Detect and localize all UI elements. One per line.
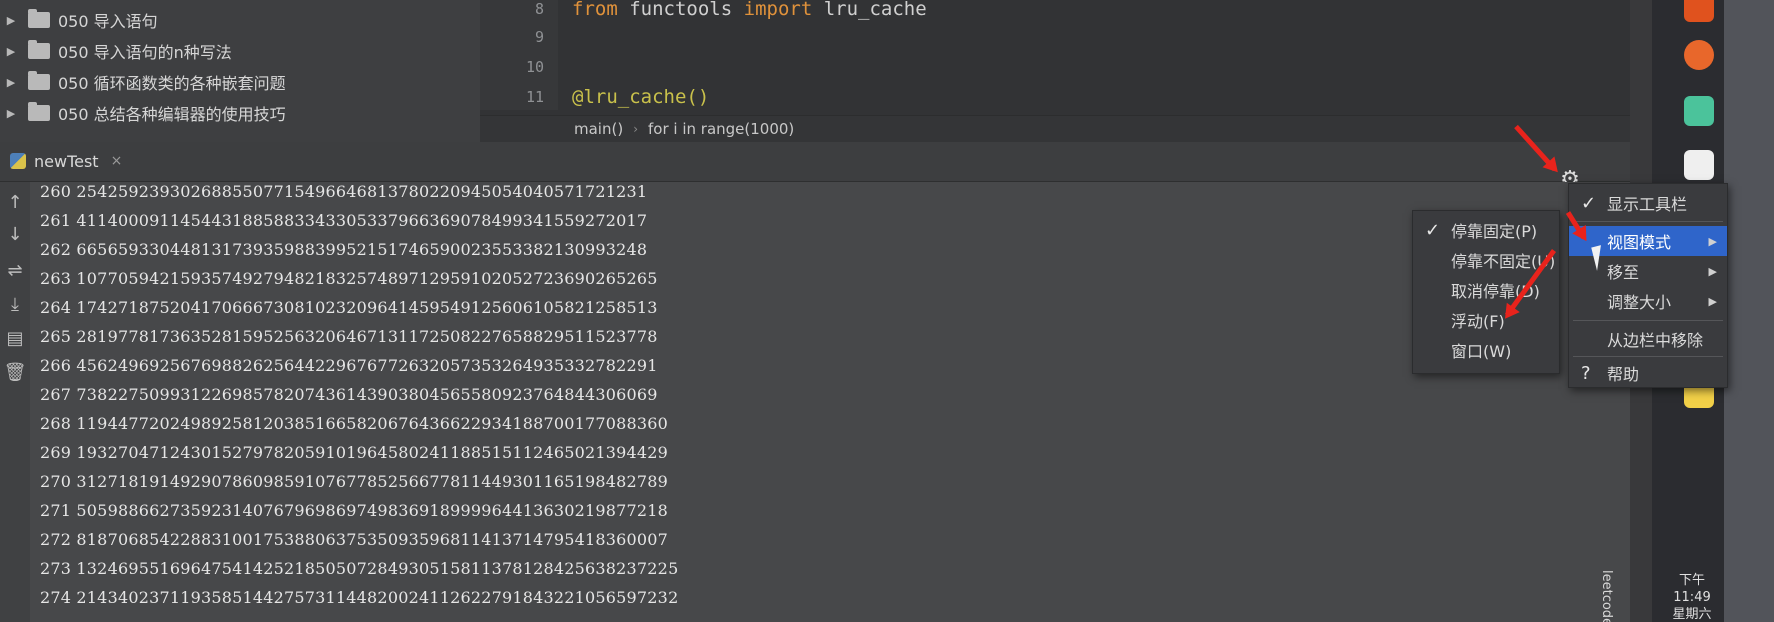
check-icon: ✓ xyxy=(1581,192,1597,214)
output-line: 261 411400091145443188588334330533796636… xyxy=(40,211,648,230)
output-line: 268 119447720249892581203851665820676436… xyxy=(40,414,669,433)
output-line: 274 214340237119358514427573114482002411… xyxy=(40,588,679,607)
output-line: 267 738227509931226985782074361439038045… xyxy=(40,385,658,404)
desktop-edge xyxy=(1724,0,1774,622)
output-line: 271 505988662735923140767969869749836918… xyxy=(40,501,669,520)
output-line: 266 456249692567698826256442296767726320… xyxy=(40,356,658,375)
menu-item-window[interactable]: 窗口(W) xyxy=(1413,335,1559,365)
check-icon: ✓ xyxy=(1425,219,1441,241)
view-mode-submenu: ✓ 停靠固定(P) 停靠不固定(U) 取消停靠(D) 浮动(F) 窗口(W) xyxy=(1412,210,1560,374)
line-number: 10 xyxy=(525,58,544,76)
folder-icon xyxy=(28,9,50,28)
menu-item-move-to[interactable]: 移至 ▶ xyxy=(1569,256,1727,286)
scroll-to-end-icon[interactable]: ⤓ xyxy=(0,294,30,315)
close-icon[interactable]: × xyxy=(111,153,123,169)
line-number: 11 xyxy=(525,88,544,106)
folder-icon xyxy=(28,102,50,121)
folder-icon xyxy=(28,71,50,90)
menu-divider xyxy=(1573,320,1723,321)
run-side-toolbar: ↑ ↓ ⇌ ⤓ ▤ 🗑 xyxy=(0,182,30,622)
identifier: functools xyxy=(629,0,733,20)
menu-divider xyxy=(1573,356,1723,357)
project-tree: ▶ 050 导入语句 ▶ 050 导入语句的n种写法 ▶ 050 循环函数类的各… xyxy=(0,0,480,142)
tree-item[interactable]: ▶ 050 总结各种编辑器的使用技巧 xyxy=(0,99,286,127)
gear-options-menu: ✓ 显示工具栏 视图模式 ▶ 移至 ▶ 调整大小 ▶ 从边栏中移除 ? 帮助 xyxy=(1568,183,1728,388)
search-app-icon[interactable] xyxy=(1684,0,1714,22)
up-arrow-icon[interactable]: ↑ xyxy=(0,192,30,213)
breadcrumb-item[interactable]: for i in range(1000) xyxy=(648,120,794,138)
menu-divider xyxy=(1573,221,1723,222)
leetcode-tool-tab[interactable]: leetcode xyxy=(1599,570,1614,622)
document-icon[interactable] xyxy=(1684,150,1714,180)
menu-item-show-toolbar[interactable]: ✓ 显示工具栏 xyxy=(1569,188,1727,218)
line-number: 8 xyxy=(534,0,544,18)
code-editor[interactable]: 8 9 10 11 from functools import lru_cach… xyxy=(480,0,1630,142)
identifier: lru_cache xyxy=(823,0,927,20)
keyword: from xyxy=(572,0,618,20)
submenu-arrow-icon: ▶ xyxy=(1708,294,1717,308)
menu-item-dock-pinned[interactable]: ✓ 停靠固定(P) xyxy=(1413,215,1559,245)
tree-item-label: 050 总结各种编辑器的使用技巧 xyxy=(58,105,286,124)
trash-icon[interactable]: 🗑 xyxy=(0,362,30,383)
down-arrow-icon[interactable]: ↓ xyxy=(0,224,30,245)
code-line[interactable]: from functools import lru_cache xyxy=(572,0,927,20)
output-line: 270 312718191492907860985910767785256677… xyxy=(40,472,669,491)
output-line: 263 107705942159357492794821832574897129… xyxy=(40,269,658,288)
expand-arrow-icon[interactable]: ▶ xyxy=(4,76,18,89)
soft-wrap-icon[interactable]: ⇌ xyxy=(0,260,30,281)
print-icon[interactable]: ▤ xyxy=(0,328,30,349)
tree-item[interactable]: ▶ 050 导入语句 xyxy=(0,6,158,34)
screen: ▶ 050 导入语句 ▶ 050 导入语句的n种写法 ▶ 050 循环函数类的各… xyxy=(0,0,1774,622)
output-line: 272 818706854228831001753880637535093596… xyxy=(40,530,669,549)
expand-arrow-icon[interactable]: ▶ xyxy=(4,107,18,120)
tree-item-label: 050 循环函数类的各种嵌套问题 xyxy=(58,74,286,93)
tree-item[interactable]: ▶ 050 循环函数类的各种嵌套问题 xyxy=(0,68,286,96)
output-line: 260 254259239302688550771549664681378022… xyxy=(40,182,648,201)
run-tab-label: newTest xyxy=(34,151,99,171)
submenu-arrow-icon: ▶ xyxy=(1708,234,1717,248)
tree-item[interactable]: ▶ 050 导入语句的n种写法 xyxy=(0,37,232,65)
folder-icon xyxy=(28,40,50,59)
breadcrumb: main() › for i in range(1000) xyxy=(480,115,1630,142)
menu-item-undock[interactable]: 取消停靠(D) xyxy=(1413,275,1559,305)
run-tool-header: newTest × xyxy=(0,142,1630,182)
clock-time: 下午 11:49 xyxy=(1673,573,1711,605)
clock-day: 星期六 xyxy=(1672,607,1712,622)
app-icon[interactable] xyxy=(1684,96,1714,126)
submenu-arrow-icon: ▶ xyxy=(1708,264,1717,278)
firefox-icon[interactable] xyxy=(1684,40,1714,70)
breadcrumb-item[interactable]: main() xyxy=(574,120,623,138)
keyword: import xyxy=(743,0,813,20)
output-line: 264 174271875204170666730810232096414595… xyxy=(40,298,658,317)
tree-item-label: 050 导入语句 xyxy=(58,12,158,31)
expand-arrow-icon[interactable]: ▶ xyxy=(4,45,18,58)
tree-item-label: 050 导入语句的n种写法 xyxy=(58,43,232,62)
python-icon xyxy=(10,153,26,169)
output-line: 265 281977817363528159525632064671311725… xyxy=(40,327,658,346)
chevron-right-icon: › xyxy=(633,122,638,136)
menu-item-remove-from-sidebar[interactable]: 从边栏中移除 xyxy=(1569,324,1727,354)
menu-item-float[interactable]: 浮动(F) xyxy=(1413,305,1559,335)
output-line: 273 132469551696475414252185050728493051… xyxy=(40,559,679,578)
line-number: 9 xyxy=(534,28,544,46)
output-line: 269 193270471243015279782059101964580241… xyxy=(40,443,669,462)
expand-arrow-icon[interactable]: ▶ xyxy=(4,14,18,27)
console-output[interactable]: 260 254259239302688550771549664681378022… xyxy=(30,182,1630,622)
menu-item-resize[interactable]: 调整大小 ▶ xyxy=(1569,286,1727,316)
clock: 下午 11:49 星期六 xyxy=(1662,572,1722,622)
run-tab[interactable]: newTest × xyxy=(10,148,122,174)
help-icon: ? xyxy=(1581,362,1591,384)
menu-item-help[interactable]: ? 帮助 xyxy=(1569,358,1727,388)
output-line: 262 665659330448131739359883995215174659… xyxy=(40,240,648,259)
code-line[interactable]: @lru_cache() xyxy=(572,86,709,108)
